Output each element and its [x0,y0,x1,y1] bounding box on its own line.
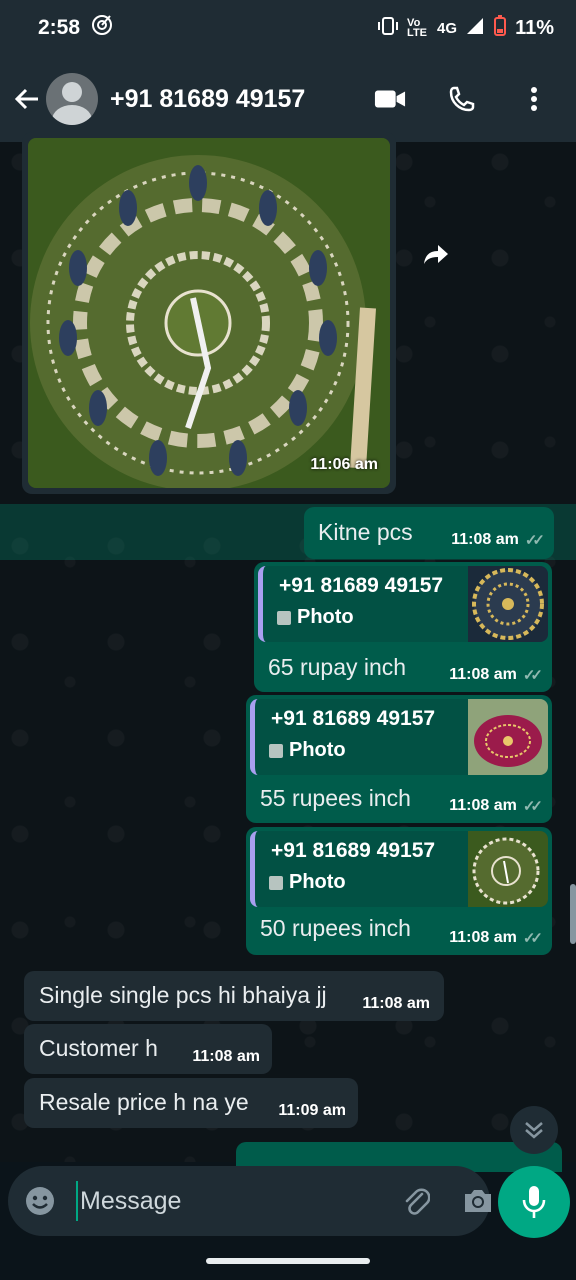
quoted-type-label: Photo [289,739,346,761]
message-text: Single single pcs hi bhaiya jj [39,982,327,1008]
volte-label: Vo LTE [407,17,428,39]
message-text: 50 rupees inch [260,915,411,941]
quoted-type-label: Photo [289,871,346,893]
message-time: 11:08 am [451,531,519,548]
mic-icon [522,1186,546,1218]
message-time: 11:08 am [192,1048,260,1065]
header-actions [374,83,550,115]
avatar[interactable] [46,73,98,125]
video-call-icon[interactable] [374,83,406,115]
camera-icon[interactable] [462,1184,494,1218]
double-check-icon: ✓✓ [522,930,543,947]
scroll-to-bottom-button[interactable] [510,1106,558,1154]
incoming-message[interactable]: Customer h 11:08 am [24,1024,272,1074]
photo-icon [277,610,291,625]
image-message[interactable]: 11:06 am [22,132,396,494]
message-meta: 11:08 am ✓✓ [449,666,543,684]
quoted-type-label: Photo [297,606,354,628]
message-input[interactable] [76,1181,402,1221]
outgoing-message[interactable]: Kitne pcs 11:08 am ✓✓ [304,507,554,559]
double-check-icon: ✓✓ [522,798,543,815]
message-text: 65 rupay inch [268,654,407,680]
status-time: 2:58 [38,16,81,39]
message-meta: 11:08 am ✓✓ [449,797,543,815]
scrollbar[interactable] [570,884,576,944]
double-chevron-down-icon [525,1122,543,1139]
quoted-type: Photo [277,606,354,629]
quoted-message[interactable]: +91 81689 49157 Photo [250,831,548,907]
outgoing-reply-message[interactable]: +91 81689 49157 Photo 55 rupees inch 11:… [246,695,552,823]
quoted-message[interactable]: +91 81689 49157 Photo [250,699,548,775]
battery-icon [493,14,507,42]
mic-button[interactable] [498,1166,570,1238]
message-time: 11:08 am [362,995,430,1012]
status-bar: 2:58 Vo LTE 4G 11% [0,0,576,56]
contact-name[interactable]: +91 81689 49157 [110,85,305,114]
message-text: Kitne pcs [318,519,413,545]
message-time: 11:09 am [278,1102,346,1119]
message-time: 11:08 am [449,666,517,683]
status-indicators: Vo LTE 4G 11% [377,14,554,42]
quoted-message[interactable]: +91 81689 49157 Photo [258,566,548,642]
quoted-sender: +91 81689 49157 [271,707,436,730]
quoted-sender: +91 81689 49157 [279,574,444,597]
more-vert-icon[interactable] [518,83,550,115]
quoted-sender: +91 81689 49157 [271,839,436,862]
attach-icon[interactable] [402,1184,430,1218]
message-composer [8,1166,491,1236]
message-photo[interactable]: 11:06 am [28,138,390,488]
message-meta: 11:08 am ✓✓ [449,929,543,947]
quoted-thumbnail [468,566,548,642]
emoji-icon[interactable] [24,1184,56,1218]
photo-icon [269,875,283,890]
message-time: 11:06 am [310,456,378,473]
message-time: 11:08 am [449,929,517,946]
photo-artwork [28,138,390,488]
message-time: 11:08 am [449,797,517,814]
home-indicator[interactable] [206,1258,370,1264]
phone-call-icon[interactable] [446,83,478,115]
incoming-message[interactable]: Single single pcs hi bhaiya jj 11:08 am [24,971,444,1021]
message-meta: 11:08 am ✓✓ [451,531,545,549]
message-text: 55 rupees inch [260,785,411,811]
quoted-type: Photo [269,739,346,762]
double-check-icon: ✓✓ [524,532,545,549]
forward-icon[interactable] [418,236,454,272]
battery-percent: 11% [515,16,554,39]
quoted-thumbnail [468,831,548,907]
double-check-icon: ✓✓ [522,667,543,684]
incoming-message[interactable]: Resale price h na ye 11:09 am [24,1078,358,1128]
message-text: Resale price h na ye [39,1089,249,1115]
notification-icon [90,13,114,43]
chat-header: +91 81689 49157 [0,56,576,142]
quoted-thumbnail [468,699,548,775]
photo-icon [269,743,283,758]
signal-icon [465,16,485,41]
message-text: Customer h [39,1035,158,1061]
vibrate-icon [377,15,399,42]
outgoing-reply-message[interactable]: +91 81689 49157 Photo 65 rupay inch 11:0… [254,562,552,692]
back-arrow-icon[interactable] [10,82,44,116]
outgoing-reply-message[interactable]: +91 81689 49157 Photo 50 rupees inch 11:… [246,827,552,955]
quoted-type: Photo [269,871,346,894]
network-label: 4G [437,19,458,37]
